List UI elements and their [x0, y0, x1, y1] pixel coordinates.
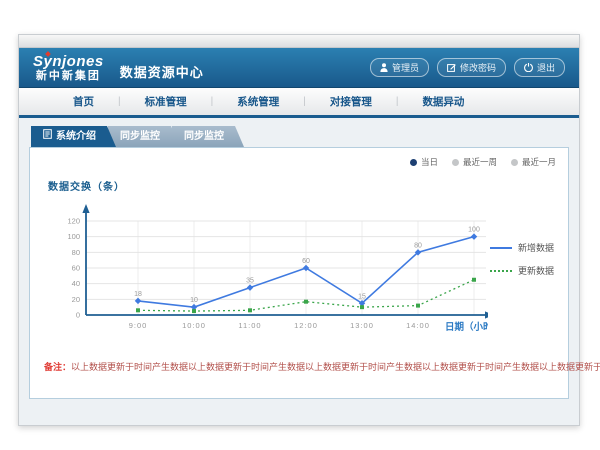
legend-item-updated-data[interactable]: 更新数据	[490, 264, 554, 277]
footnote-label: 备注：	[44, 362, 71, 372]
app-header: Synjones 新中新集团 数据资源中心 管理员 修改密码 退出	[19, 48, 579, 88]
radio-dot	[452, 159, 459, 166]
line-chart: 0 20 40 60 80 100 120 9:00 10:00 11:00 12:00 13:00 1…	[44, 197, 488, 345]
svg-text:60: 60	[72, 264, 80, 273]
svg-text:100: 100	[67, 232, 80, 241]
footnote: 备注：以上数据更新于时间产生数据以上数据更新于时间产生数据以上数据更新于时间产生…	[44, 361, 554, 374]
filter-option-last-month[interactable]: 最近一月	[511, 156, 556, 168]
logout-button[interactable]: 退出	[514, 58, 565, 77]
admin-user-button[interactable]: 管理员	[370, 58, 429, 77]
svg-text:13:00: 13:00	[350, 321, 374, 330]
y-axis-title: 数据交换（条）	[48, 178, 554, 193]
svg-text:35: 35	[246, 278, 254, 285]
nav-item-interface-mgmt[interactable]: 对接管理	[306, 94, 396, 109]
svg-text:0: 0	[76, 311, 80, 320]
nav-item-standard-mgmt[interactable]: 标准管理	[121, 94, 211, 109]
tab-bar: 系统介绍 同步监控 同步监控	[31, 126, 569, 147]
svg-text:9:00: 9:00	[129, 321, 148, 330]
svg-text:60: 60	[302, 258, 310, 265]
document-icon	[43, 126, 52, 147]
svg-text:12:00: 12:00	[294, 321, 318, 330]
filter-option-today[interactable]: 当日	[410, 156, 438, 168]
content-area: 系统介绍 同步监控 同步监控 当日 最近一周	[19, 118, 579, 425]
chart-row: 0 20 40 60 80 100 120 9:00 10:00 11:00 12:00 13:00 1…	[44, 197, 554, 345]
svg-text:80: 80	[414, 242, 422, 249]
svg-text:100: 100	[468, 227, 480, 234]
brand-name: Synjones	[33, 54, 104, 69]
filter-option-last-week[interactable]: 最近一周	[452, 156, 497, 168]
svg-text:80: 80	[72, 248, 80, 257]
dotted-line-swatch	[490, 270, 512, 272]
tab-sync-monitor-1[interactable]: 同步监控	[108, 126, 180, 147]
nav-item-data-change[interactable]: 数据异动	[398, 94, 488, 109]
tab-system-intro[interactable]: 系统介绍	[31, 126, 116, 147]
chart-legend: 新增数据 更新数据	[490, 241, 554, 277]
nav-item-home[interactable]: 首页	[49, 94, 118, 109]
time-range-filter-group: 当日 最近一周 最近一月	[410, 156, 556, 168]
radio-dot	[511, 159, 518, 166]
svg-text:10:00: 10:00	[182, 321, 206, 330]
svg-text:10: 10	[190, 297, 198, 304]
tab-sync-monitor-2[interactable]: 同步监控	[172, 126, 244, 147]
window-top-strip	[19, 35, 579, 48]
app-window: Synjones 新中新集团 数据资源中心 管理员 修改密码 退出 首页 | 标…	[18, 34, 580, 426]
chart-panel: 当日 最近一周 最近一月 数据交换（条） 0 20 40 60 80 100 120 9:00…	[29, 147, 569, 399]
page-title: 数据资源中心	[120, 62, 204, 81]
svg-text:20: 20	[72, 295, 80, 304]
user-icon	[380, 63, 388, 72]
brand-subtitle: 新中新集团	[33, 71, 104, 82]
nav-item-system-mgmt[interactable]: 系统管理	[213, 94, 303, 109]
change-password-button[interactable]: 修改密码	[437, 58, 506, 77]
svg-text:11:00: 11:00	[238, 321, 261, 330]
legend-item-new-data[interactable]: 新增数据	[490, 241, 554, 254]
edit-icon	[447, 63, 456, 72]
svg-text:120: 120	[67, 217, 80, 226]
svg-text:日期（小时）: 日期（小时）	[445, 321, 488, 333]
footnote-text: 以上数据更新于时间产生数据以上数据更新于时间产生数据以上数据更新于时间产生数据以…	[71, 362, 600, 372]
svg-text:18: 18	[134, 291, 142, 298]
svg-text:40: 40	[72, 279, 80, 288]
brand-logo: Synjones 新中新集团	[33, 54, 104, 82]
solid-line-swatch	[490, 247, 512, 249]
power-icon	[524, 63, 533, 72]
radio-dot	[410, 159, 417, 166]
svg-text:14:00: 14:00	[406, 321, 430, 330]
svg-text:15: 15	[358, 293, 366, 300]
main-nav: 首页 | 标准管理 | 系统管理 | 对接管理 | 数据异动	[19, 88, 579, 118]
